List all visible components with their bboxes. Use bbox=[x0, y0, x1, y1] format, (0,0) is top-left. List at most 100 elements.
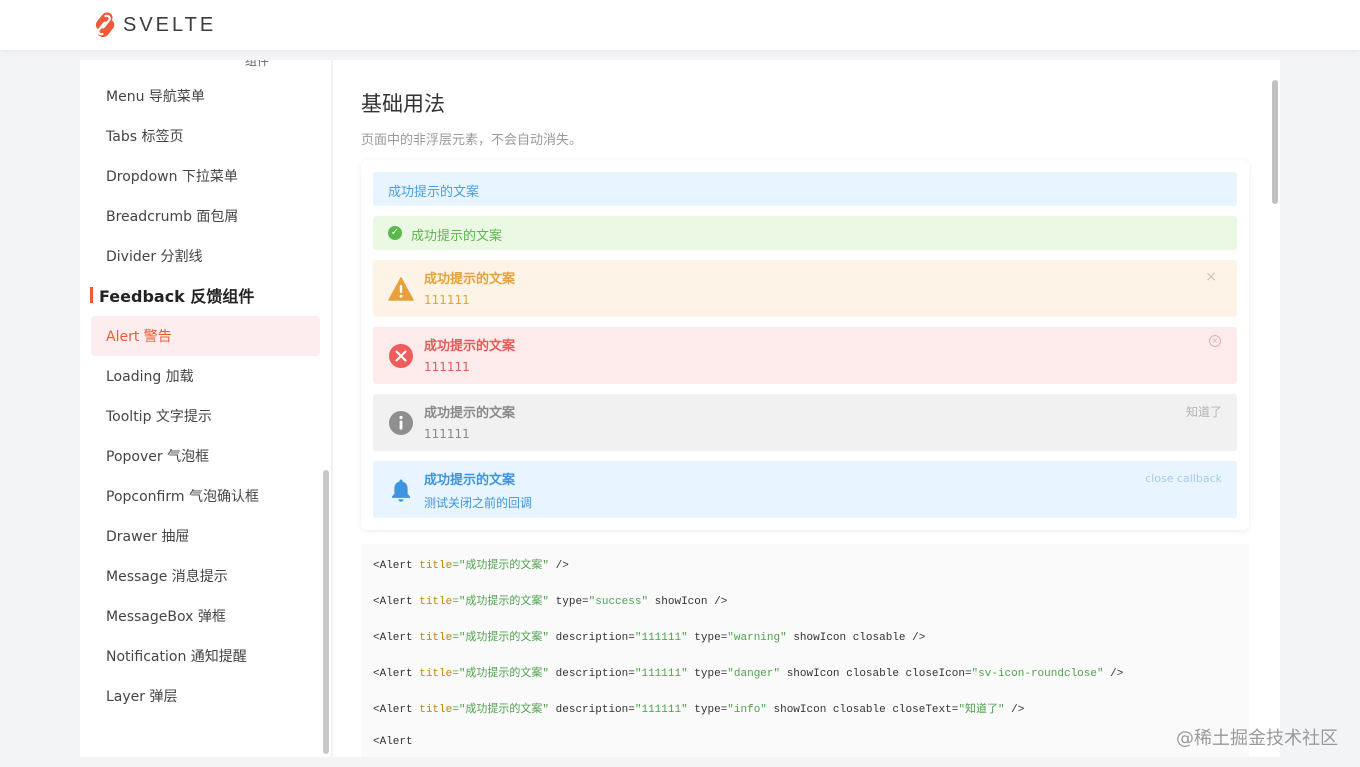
alert-default: 成功提示的文案 bbox=[373, 172, 1237, 206]
check-circle-icon: ✓ bbox=[388, 226, 402, 240]
sidebar-item-label: Drawer 抽屉 bbox=[106, 529, 190, 545]
info-circle-icon bbox=[389, 411, 413, 435]
close-callback-button[interactable]: close callback bbox=[1145, 472, 1222, 485]
code-string: "111111" bbox=[634, 704, 688, 716]
code-text: type= bbox=[687, 704, 728, 716]
sidebar-item-breadcrumb[interactable]: Breadcrumb 面包屑 bbox=[91, 196, 320, 236]
code-text: <Alert bbox=[373, 704, 420, 716]
brand-name: SVELTE bbox=[123, 13, 217, 36]
watermark: @稀土掘金技术社区 bbox=[1176, 728, 1338, 749]
code-block: <Alert title="成功提示的文案" /> <Alert title="… bbox=[361, 544, 1249, 757]
sidebar-item-alert[interactable]: Alert 警告 bbox=[91, 316, 320, 356]
code-text: <Alert bbox=[373, 632, 420, 644]
code-line: <Alert title="成功提示的文案" description="1111… bbox=[373, 664, 1123, 680]
alert-title: 成功提示的文案 bbox=[424, 339, 516, 354]
sidebar-item-label: Message 消息提示 bbox=[106, 569, 228, 585]
code-string: "success" bbox=[588, 596, 649, 608]
sidebar-item-label: Breadcrumb 面包屑 bbox=[106, 209, 239, 225]
code-line: <Alert title="成功提示的文案" /> bbox=[373, 556, 569, 572]
sidebar-item-tabs[interactable]: Tabs 标签页 bbox=[91, 116, 320, 156]
sidebar: 组件 Menu 导航菜单 Tabs 标签页 Dropdown 下拉菜单 Brea… bbox=[80, 60, 332, 757]
sidebar-item-notification[interactable]: Notification 通知提醒 bbox=[91, 636, 320, 676]
alert-success: ✓ 成功提示的文案 bbox=[373, 216, 1237, 250]
code-attr: title bbox=[419, 668, 453, 680]
code-string: "danger" bbox=[727, 668, 781, 680]
code-text: showIcon /> bbox=[648, 596, 728, 608]
code-string: ="成功提示的文案" bbox=[452, 668, 550, 680]
sidebar-item-messagebox[interactable]: MessageBox 弹框 bbox=[91, 596, 320, 636]
section-description: 页面中的非浮层元素，不会自动消失。 bbox=[361, 133, 583, 148]
sidebar-item-drawer[interactable]: Drawer 抽屉 bbox=[91, 516, 320, 556]
code-text: showIcon closable /> bbox=[786, 632, 926, 644]
sidebar-scrollbar[interactable] bbox=[323, 470, 329, 754]
code-string: "111111" bbox=[634, 632, 688, 644]
sidebar-item-divider[interactable]: Divider 分割线 bbox=[91, 236, 320, 276]
sidebar-item-label: Tooltip 文字提示 bbox=[106, 409, 212, 425]
code-text: showIcon closable closeText= bbox=[766, 704, 959, 716]
code-string: ="成功提示的文案" bbox=[452, 560, 550, 572]
sidebar-item-label: Popconfirm 气泡确认框 bbox=[106, 489, 259, 505]
code-attr: title bbox=[419, 560, 453, 572]
code-string: "知道了" bbox=[958, 704, 1005, 716]
alert-description: 测试关闭之前的回调 bbox=[424, 496, 533, 510]
code-text: type= bbox=[549, 596, 589, 608]
close-circle-icon bbox=[389, 344, 413, 368]
sidebar-cut-text: 组件 bbox=[245, 60, 270, 68]
main-scrollbar[interactable] bbox=[1272, 80, 1278, 204]
sidebar-item-popover[interactable]: Popover 气泡框 bbox=[91, 436, 320, 476]
code-text: /> bbox=[549, 560, 569, 572]
sidebar-item-menu[interactable]: Menu 导航菜单 bbox=[91, 76, 320, 116]
alert-description: 111111 bbox=[424, 427, 470, 441]
code-text: /> bbox=[1103, 668, 1124, 680]
alert-title: 成功提示的文案 bbox=[424, 272, 516, 287]
code-text: description= bbox=[549, 668, 635, 680]
sidebar-item-label: Tabs 标签页 bbox=[106, 129, 184, 145]
code-text: <Alert bbox=[373, 596, 420, 608]
sidebar-item-label: Divider 分割线 bbox=[106, 249, 203, 265]
sidebar-group-feedback: Feedback 反馈组件 bbox=[90, 284, 254, 306]
sidebar-item-label: MessageBox 弹框 bbox=[106, 609, 226, 625]
code-line: <Alert title="成功提示的文案" description="1111… bbox=[373, 628, 925, 644]
code-attr: title bbox=[419, 632, 453, 644]
alert-title: 成功提示的文案 bbox=[411, 229, 503, 244]
brand-logo[interactable]: SVELTE bbox=[90, 9, 216, 41]
svelte-logo-icon bbox=[95, 12, 115, 38]
alert-title: 成功提示的文案 bbox=[424, 473, 516, 488]
section-title: 基础用法 bbox=[361, 92, 445, 116]
code-text: <Alert bbox=[373, 668, 420, 680]
sidebar-item-tooltip[interactable]: Tooltip 文字提示 bbox=[91, 396, 320, 436]
round-close-icon[interactable]: × bbox=[1209, 335, 1221, 347]
sidebar-item-label: Alert 警告 bbox=[106, 329, 172, 345]
code-text: showIcon closable closeIcon= bbox=[780, 668, 972, 680]
main-content: 基础用法 页面中的非浮层元素，不会自动消失。 成功提示的文案 ✓ 成功提示的文案… bbox=[333, 60, 1280, 757]
code-text: description= bbox=[549, 632, 635, 644]
code-text: <Alert bbox=[373, 560, 420, 572]
code-line: <Alert bbox=[373, 736, 413, 748]
close-icon[interactable]: × bbox=[1205, 269, 1217, 285]
code-line: <Alert title="成功提示的文案" type="success" sh… bbox=[373, 592, 727, 608]
code-string: "info" bbox=[727, 704, 767, 716]
code-text: description= bbox=[549, 704, 635, 716]
code-string: "warning" bbox=[727, 632, 787, 644]
sidebar-item-popconfirm[interactable]: Popconfirm 气泡确认框 bbox=[91, 476, 320, 516]
code-text: type= bbox=[687, 668, 728, 680]
sidebar-item-layer[interactable]: Layer 弹层 bbox=[91, 676, 320, 716]
sidebar-item-loading[interactable]: Loading 加载 bbox=[91, 356, 320, 396]
alert-description: 111111 bbox=[424, 293, 470, 307]
sidebar-item-label: Loading 加载 bbox=[106, 369, 194, 385]
code-string: "sv-icon-roundclose" bbox=[971, 668, 1104, 680]
sidebar-item-dropdown[interactable]: Dropdown 下拉菜单 bbox=[91, 156, 320, 196]
code-string: ="成功提示的文案" bbox=[452, 704, 550, 716]
sidebar-group-label: Feedback 反馈组件 bbox=[99, 287, 255, 306]
sidebar-item-label: Popover 气泡框 bbox=[106, 449, 210, 465]
sidebar-item-label: Menu 导航菜单 bbox=[106, 89, 205, 105]
code-text: /> bbox=[1004, 704, 1025, 716]
code-string: "111111" bbox=[634, 668, 688, 680]
alert-title: 成功提示的文案 bbox=[388, 185, 480, 200]
alert-description: 111111 bbox=[424, 360, 470, 374]
close-text-button[interactable]: 知道了 bbox=[1186, 403, 1222, 420]
code-string: ="成功提示的文案" bbox=[452, 632, 550, 644]
sidebar-item-label: Notification 通知提醒 bbox=[106, 649, 247, 665]
sidebar-item-message[interactable]: Message 消息提示 bbox=[91, 556, 320, 596]
alert-info: 成功提示的文案 111111 知道了 bbox=[373, 394, 1237, 451]
